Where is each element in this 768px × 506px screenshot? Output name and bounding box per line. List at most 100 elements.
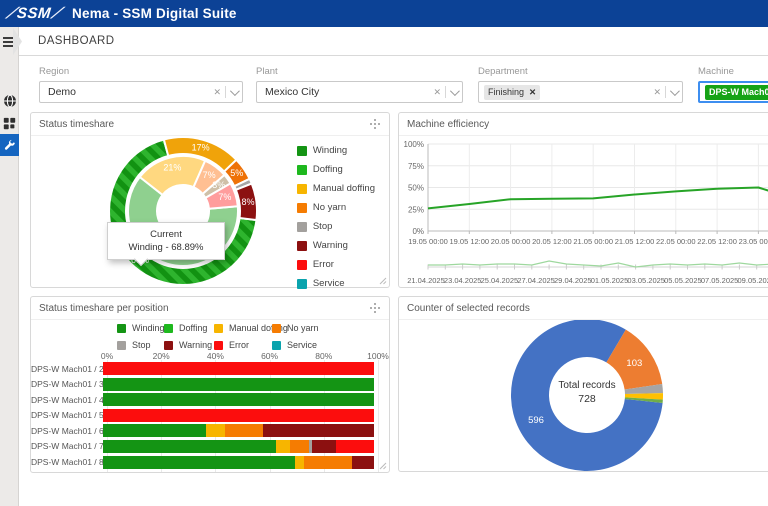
panel-title: Counter of selected records <box>407 302 530 314</box>
clear-icon[interactable]: ✕ <box>213 87 221 98</box>
legend-swatch <box>164 323 173 333</box>
legend-label: Doffing <box>312 164 343 175</box>
bar-segment-winding[interactable] <box>103 377 374 391</box>
bar-segment-no-yarn[interactable] <box>303 455 353 469</box>
selector-date-label: 01.05.2025 <box>591 276 629 285</box>
bar-segment-winding[interactable] <box>103 424 206 438</box>
bar-segment-no-yarn[interactable] <box>289 439 309 453</box>
selector-date-label: 09.05.2025 <box>738 276 768 285</box>
machine-efficiency-line-chart[interactable]: 100%75%50%25%0%19.05 00:00 19.05 12:00 20.… <box>399 136 768 287</box>
legend-swatch <box>164 340 173 350</box>
chevron-down-icon[interactable] <box>449 85 460 96</box>
legend-label: Error <box>312 259 334 270</box>
filter-controls: ✕ <box>213 85 240 98</box>
filter-input-machine[interactable]: DPS-W Mach01✕ <box>698 81 768 103</box>
filter-input-department[interactable]: Finishing ✕ ✕ <box>478 81 683 103</box>
panel-machine-efficiency-header: Machine efficiency <box>399 113 768 136</box>
legend-swatch <box>296 259 307 270</box>
sidebar-item-globe[interactable] <box>0 90 19 112</box>
legend-item-manual-doffing[interactable]: Manual doffing <box>296 179 375 198</box>
legend-item-warning[interactable]: Warning <box>164 340 212 350</box>
sidebar-item-dashboard[interactable] <box>0 112 19 134</box>
legend-item-service[interactable]: Service <box>272 340 317 350</box>
bar-track <box>103 377 374 391</box>
legend-item-winding[interactable]: Winding <box>117 323 165 333</box>
filter-label: Plant <box>256 66 278 77</box>
legend-item-no-yarn[interactable]: No yarn <box>296 198 375 217</box>
bar-segment-error[interactable] <box>103 362 374 375</box>
bar-segment-manual-doffing[interactable] <box>276 439 290 453</box>
legend-item-error[interactable]: Error <box>296 255 375 274</box>
y-axis-label: 0% <box>412 227 424 236</box>
chevron-down-icon[interactable] <box>669 85 680 96</box>
range-selector-line[interactable] <box>428 260 768 268</box>
legend-swatch <box>117 323 126 333</box>
total-records-label: Total records <box>558 380 616 391</box>
filter-field-department: Department Finishing ✕ ✕ <box>478 66 683 103</box>
bar-segment-no-yarn[interactable] <box>224 424 263 438</box>
donut-segment-label: 17% <box>192 142 210 152</box>
machine-efficiency-body: 100% 75% 50% 25% 0% 19.05 00:00 19.05 12:00 20.… <box>399 136 768 287</box>
drag-handle-icon[interactable] <box>369 118 381 130</box>
legend-label: Doffing <box>179 323 208 333</box>
chevron-down-icon[interactable] <box>229 85 240 96</box>
position-label: DPS-W Mach01 / 4 <box>31 394 104 405</box>
selector-date-label: 05.05.2025 <box>664 276 702 285</box>
legend-item-winding[interactable]: Winding <box>296 141 375 160</box>
bar-segment-winding[interactable] <box>103 439 277 453</box>
bar-segment-warning[interactable] <box>352 455 374 469</box>
position-label: DPS-W Mach01 / 5 <box>31 410 104 421</box>
bar-segment-error[interactable] <box>336 439 374 453</box>
status-timeshare-legend: Winding Doffing Manual doffing No yarn Stop W… <box>296 141 375 293</box>
legend-item-stop[interactable]: Stop <box>117 340 151 350</box>
control-divider <box>225 86 226 98</box>
filter-tag: Finishing ✕ <box>484 84 541 100</box>
tag-label: Finishing <box>488 87 525 97</box>
legend-swatch <box>272 323 281 333</box>
top-navbar: ⟋SSM⟋ Nema - SSM Digital Suite <box>0 0 768 27</box>
bar-segment-winding[interactable] <box>103 455 296 469</box>
clear-icon[interactable]: ✕ <box>433 87 441 98</box>
legend-item-stop[interactable]: Stop <box>296 217 375 236</box>
bar-segment-warning[interactable] <box>311 439 337 453</box>
panel-title: Status timeshare <box>39 118 115 130</box>
donut-segment-label: 103 <box>626 358 642 369</box>
legend-item-error[interactable]: Error <box>214 340 249 350</box>
bar-segment-manual-doffing[interactable] <box>295 455 304 469</box>
donut-segment-label: 8% <box>241 197 254 207</box>
filter-tag: DPS-W Mach01✕ <box>705 84 768 100</box>
ssm-logo: ⟋SSM⟋ <box>5 5 63 22</box>
legend-item-warning[interactable]: Warning <box>296 236 375 255</box>
status-timeshare-donut-chart[interactable]: 69%17%5%8%62%21%7%3%7% <box>31 136 321 287</box>
clear-icon[interactable]: ✕ <box>653 87 661 98</box>
filter-label: Machine <box>698 66 734 77</box>
bar-segment-warning[interactable] <box>262 424 374 438</box>
bar-segment-manual-doffing[interactable] <box>205 424 225 438</box>
bar-segment-error[interactable] <box>103 408 374 422</box>
position-label: DPS-W Mach01 / 7 <box>31 441 104 452</box>
tag-remove-icon[interactable]: ✕ <box>529 87 536 98</box>
filter-label: Region <box>39 66 70 77</box>
bar-row: DPS-W Mach01 / 7 <box>31 439 389 453</box>
legend-item-doffing[interactable]: Doffing <box>296 160 375 179</box>
breadcrumb-chevron-icon <box>13 28 22 55</box>
legend-item-doffing[interactable]: Doffing <box>164 323 207 333</box>
drag-handle-icon[interactable] <box>369 302 381 314</box>
tab-dashboard[interactable]: DASHBOARD <box>38 35 114 47</box>
selector-date-label: 07.05.2025 <box>701 276 739 285</box>
control-divider <box>445 86 446 98</box>
bar-segment-winding[interactable] <box>103 393 374 407</box>
tag-label: DPS-W Mach01 <box>709 87 768 97</box>
filter-input-region[interactable]: Demo ✕ <box>39 81 243 103</box>
resize-grip-icon[interactable] <box>378 276 387 285</box>
legend-label: Warning <box>179 340 213 350</box>
sidebar-item-tools[interactable] <box>0 134 19 156</box>
legend-item-service[interactable]: Service <box>296 274 375 293</box>
sidebar <box>0 56 19 506</box>
filter-input-plant[interactable]: Mexico City ✕ <box>256 81 463 103</box>
bar-track <box>103 424 374 438</box>
legend-item-no-yarn[interactable]: No yarn <box>272 323 319 333</box>
legend-label: Stop <box>132 340 151 350</box>
header-bar: DASHBOARD <box>0 27 768 56</box>
x-axis-label: 22.05 12:00 <box>697 237 737 246</box>
